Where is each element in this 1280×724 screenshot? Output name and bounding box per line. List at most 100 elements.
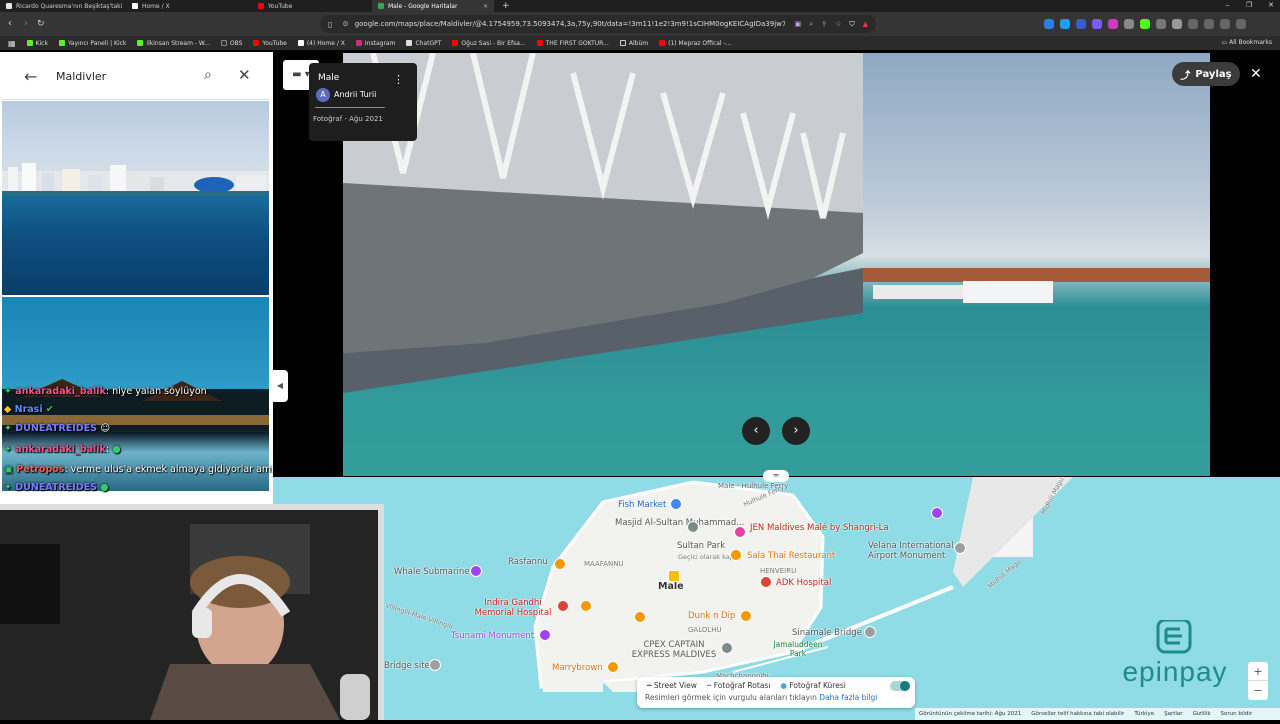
map-label[interactable]: Sultan Park	[677, 541, 725, 551]
pegman-icon[interactable]	[668, 570, 680, 582]
close-icon[interactable]: ✕	[238, 66, 251, 84]
bookmark-item[interactable]: Kick	[26, 40, 48, 47]
search-input[interactable]: Maldivler	[56, 70, 106, 83]
vpn-icon[interactable]	[1220, 19, 1230, 29]
zoom-out-button[interactable]: −	[1248, 681, 1268, 700]
sidebar-icon[interactable]	[1188, 19, 1198, 29]
map-label[interactable]: Tsunami Monument	[451, 631, 534, 641]
map-label[interactable]: Marrybrown	[552, 663, 603, 673]
bookmark-item[interactable]: THE FIRST GOKTUR...	[536, 40, 609, 47]
extensions-puzzle-icon[interactable]	[1172, 19, 1182, 29]
restaurant-pin-icon[interactable]	[554, 558, 566, 570]
map-label[interactable]: Male	[658, 581, 684, 592]
restaurant-pin-icon[interactable]	[730, 549, 742, 561]
map-label[interactable]: Velana International Airport Monument	[868, 541, 954, 561]
map-label[interactable]: JEN Maldives Malé by Shangri-La	[750, 523, 889, 533]
rewards-icon[interactable]: ▲	[863, 20, 868, 29]
address-bar[interactable]: ▯ ⚙ google.com/maps/place/Maldivler/@4.1…	[320, 15, 876, 33]
photo-author[interactable]: Andrii Turii	[334, 90, 376, 99]
search-box[interactable]: ← Maldivler ⌕ ✕	[2, 54, 270, 100]
restaurant-pin-icon[interactable]	[607, 661, 619, 673]
map-label[interactable]: Fish Market	[618, 500, 666, 510]
bookmark-item[interactable]: (1) Mepraz Offical -...	[659, 40, 731, 47]
reload-icon[interactable]: ↻	[37, 18, 45, 30]
map-label[interactable]: Sinamale Bridge	[792, 628, 862, 638]
close-viewer-icon[interactable]: ✕	[1250, 66, 1262, 82]
map-label[interactable]: Whale Submarine	[394, 567, 469, 577]
minimize-button[interactable]: ‒	[1225, 1, 1229, 9]
all-bookmarks-button[interactable]: ▭ All Bookmarks	[1222, 39, 1272, 46]
resize-handle[interactable]: ═	[763, 470, 789, 482]
maximize-button[interactable]: ❐	[1246, 1, 1252, 9]
map-label[interactable]: Indira Gandhi Memorial Hospital	[470, 598, 556, 618]
location-pin-icon[interactable]	[429, 659, 441, 671]
zoom-icon[interactable]: ⌕	[809, 20, 813, 29]
hospital-pin-icon[interactable]	[760, 576, 772, 588]
mosque-pin-icon[interactable]	[687, 521, 699, 533]
hotel-pin-icon[interactable]	[734, 526, 746, 538]
share-button[interactable]: ⤴ Paylaş	[1172, 62, 1240, 86]
street-view-toggle[interactable]	[890, 681, 910, 691]
next-photo-button[interactable]: ›	[782, 417, 810, 445]
previous-photo-button[interactable]: ‹	[742, 417, 770, 445]
map-label[interactable]: CPEX CAPTAIN EXPRESS MALDIVES	[624, 640, 724, 660]
back-icon[interactable]: ‹	[8, 18, 12, 30]
new-tab-button[interactable]: +	[496, 0, 510, 12]
extension-icon[interactable]	[1156, 19, 1166, 29]
extension-icon[interactable]	[1124, 19, 1134, 29]
tab-quaresma[interactable]: Ricardo Quaresma'nın Beşiktaş'taki✕	[0, 0, 126, 12]
privacy-link[interactable]: Gizlilik	[1193, 711, 1211, 717]
hospital-pin-icon[interactable]	[557, 600, 569, 612]
map-label[interactable]: Jamaluddeen Park	[768, 640, 828, 658]
map-label[interactable]: Rasfannu	[508, 557, 548, 567]
tab-x-home[interactable]: Home / X	[126, 0, 252, 12]
close-tab-icon[interactable]: ✕	[479, 3, 488, 10]
extension-icon[interactable]	[1060, 19, 1070, 29]
map-label[interactable]: Bridge site	[384, 661, 430, 671]
close-window-button[interactable]: ✕	[1268, 1, 1274, 9]
extension-icon[interactable]	[1092, 19, 1102, 29]
bookmark-item[interactable]: Yayıncı Paneli | Kick	[58, 40, 126, 47]
bookmark-item[interactable]: ilkinsan Stream - W...	[137, 40, 210, 47]
extension-icon[interactable]	[1044, 19, 1054, 29]
bookmark-item[interactable]: Oğuz Sasi - Bir Efsa...	[452, 40, 526, 47]
bookmark-item[interactable]: OBS	[220, 40, 242, 47]
kick-extension-icon[interactable]	[1140, 19, 1150, 29]
report-problem-link[interactable]: Sorun bildir	[1221, 711, 1253, 717]
extension-icon[interactable]	[1108, 19, 1118, 29]
collapse-panel-button[interactable]: ◀	[272, 370, 288, 402]
terms-link[interactable]: Şartlar	[1164, 711, 1182, 717]
region-link[interactable]: Türkiye	[1134, 711, 1154, 717]
zoom-in-button[interactable]: +	[1248, 662, 1268, 681]
more-info-link[interactable]: Daha fazla bilgi	[819, 693, 877, 702]
brave-shield-icon[interactable]: ⛉	[849, 20, 854, 29]
site-info-icon[interactable]: ⚙	[342, 20, 348, 28]
attraction-pin-icon[interactable]	[470, 565, 482, 577]
star-icon[interactable]: ☆	[835, 20, 841, 29]
restaurant-pin-icon[interactable]	[740, 610, 752, 622]
bookmark-item[interactable]: (4) Home / X	[297, 40, 345, 47]
apps-grid-icon[interactable]: ▦	[8, 39, 16, 48]
bridge-pin-icon[interactable]	[864, 626, 876, 638]
search-icon[interactable]: ⌕	[204, 67, 212, 83]
menu-icon[interactable]	[1236, 19, 1246, 29]
share-icon[interactable]: ⇪	[821, 20, 827, 29]
place-photo-thumbnail[interactable]	[2, 101, 269, 295]
more-options-icon[interactable]: ⋮	[393, 73, 404, 86]
main-photo[interactable]	[343, 53, 1210, 476]
restaurant-pin-icon[interactable]	[634, 611, 646, 623]
tab-youtube[interactable]: YouTube	[252, 0, 370, 12]
extension-icon[interactable]	[1076, 19, 1086, 29]
wallet-icon[interactable]	[1204, 19, 1214, 29]
cast-icon[interactable]: ▣	[795, 20, 802, 29]
monument-pin-icon[interactable]	[539, 629, 551, 641]
map-label[interactable]: ADK Hospital	[776, 578, 831, 588]
avatar[interactable]: A	[316, 88, 330, 102]
forward-icon[interactable]: ›	[24, 18, 28, 30]
bookmark-item[interactable]: YouTube	[253, 40, 287, 47]
shop-pin-icon[interactable]	[721, 642, 733, 654]
back-arrow-icon[interactable]: ←	[24, 67, 37, 86]
map-label[interactable]: Masjid Al-Sultan Muhammad...	[615, 518, 744, 528]
restaurant-pin-icon[interactable]	[580, 600, 592, 612]
map-label[interactable]: Sala Thai Restaurant	[747, 551, 835, 561]
